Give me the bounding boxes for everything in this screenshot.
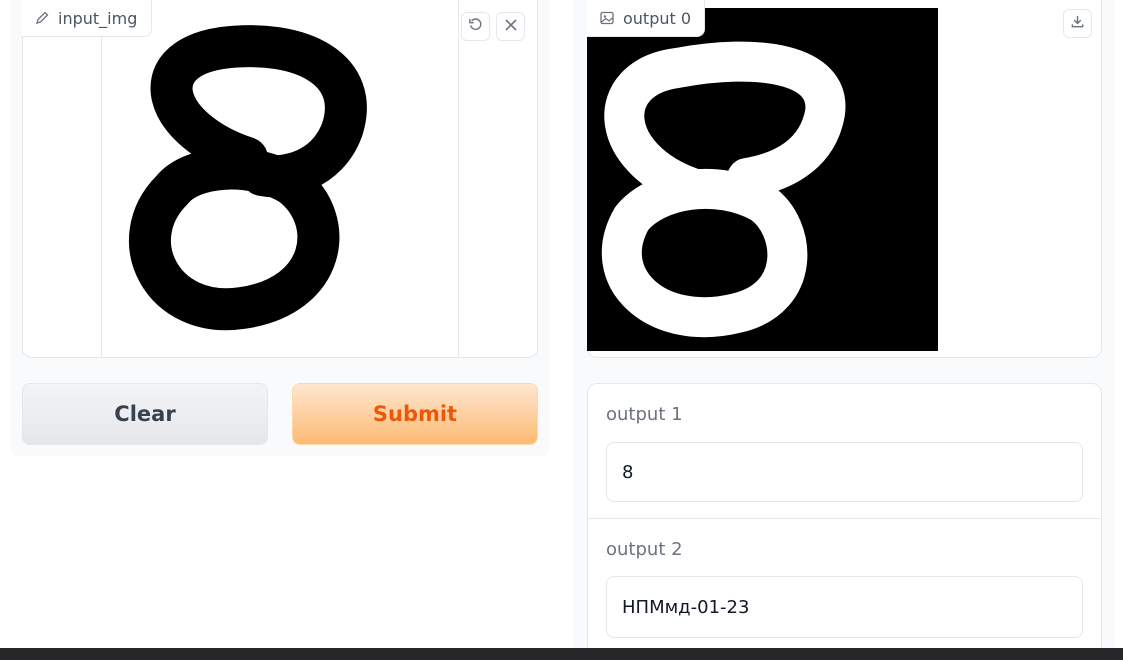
input-image-label: input_img [22,0,152,37]
pencil-icon [34,10,50,26]
close-icon [504,17,518,36]
input-label-text: input_img [58,8,138,28]
output2-value: НПМмд-01-23 [622,596,750,618]
sketch-canvas[interactable] [101,0,459,357]
output-image-label: output 0 [587,0,705,37]
output0-label-text: output 0 [623,8,692,28]
download-icon [1070,14,1085,33]
output2-label: output 2 [606,539,683,560]
input-image-block [22,0,538,358]
output-digit-eight [601,41,846,338]
image-icon [599,10,615,26]
undo-button[interactable] [461,12,490,41]
download-button[interactable] [1063,9,1092,38]
output-image [587,8,938,351]
output1-field[interactable]: 8 [606,442,1083,502]
submit-button[interactable]: Submit [292,383,538,445]
bottom-bar [0,648,1123,660]
output1-label: output 1 [606,404,683,425]
output2-field[interactable]: НПМмд-01-23 [606,576,1083,638]
input-digit-eight [129,25,367,331]
text-outputs-group: output 1 8 output 2 НПМмд-01-23 [587,383,1102,653]
undo-icon [468,17,483,36]
clear-image-button[interactable] [496,12,525,41]
divider [588,518,1101,519]
output1-value: 8 [622,461,634,483]
clear-button[interactable]: Clear [22,383,268,445]
app-page: input_img Clear Submit output 0 output 1… [0,0,1123,660]
